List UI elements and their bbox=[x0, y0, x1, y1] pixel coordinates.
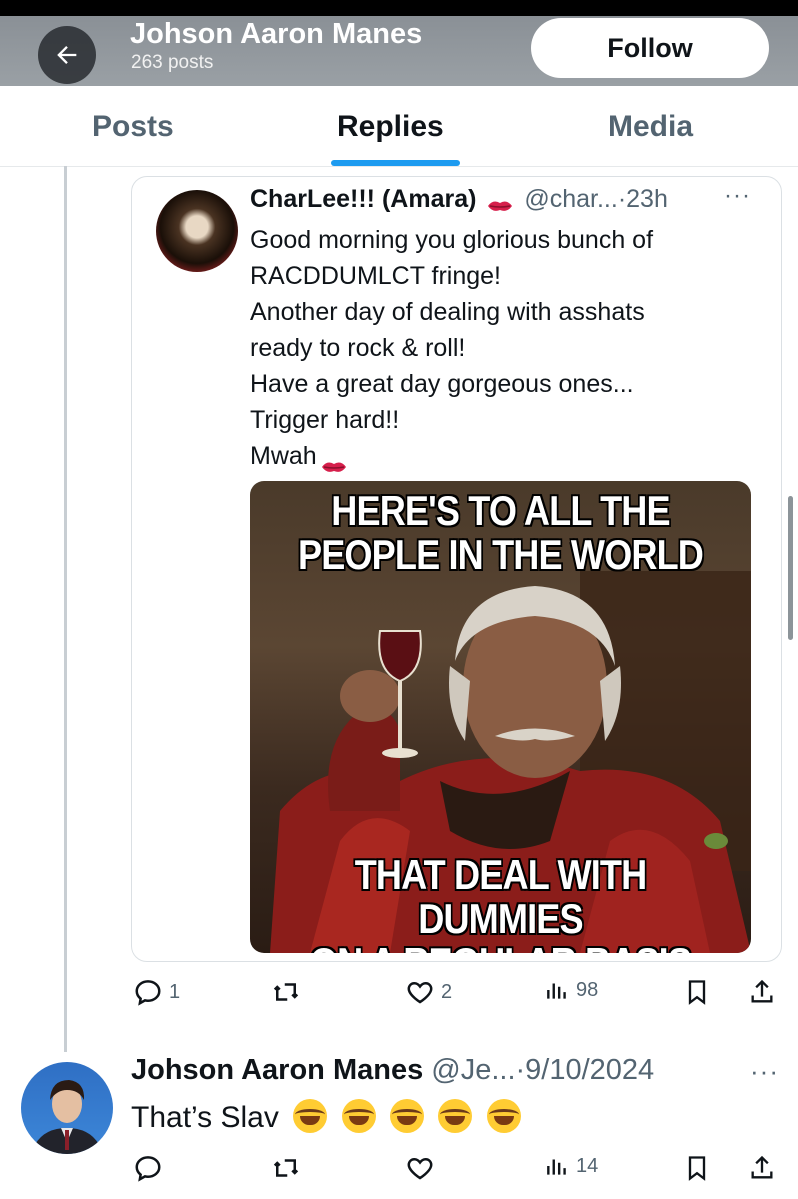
retweet-icon bbox=[273, 1159, 299, 1177]
profile-tabs: Posts Replies Media bbox=[0, 86, 798, 167]
quoted-post-actions: 1 2 98 bbox=[0, 977, 798, 1017]
reply-icon bbox=[135, 980, 161, 1006]
back-arrow-icon bbox=[57, 46, 77, 64]
tab-replies[interactable]: Replies bbox=[337, 110, 444, 144]
views-button[interactable]: 14 bbox=[544, 1153, 598, 1179]
profile-header: Johson Aaron Manes 263 posts Follow bbox=[0, 16, 798, 86]
quoted-post-header: CharLee!!! (Amara) @char...·23h bbox=[250, 185, 668, 214]
kiss-mark-icon bbox=[487, 192, 513, 212]
tab-media[interactable]: Media bbox=[608, 110, 693, 144]
quoted-line: Another day of dealing with asshats bbox=[250, 298, 645, 326]
quoted-author-handle[interactable]: @char... bbox=[524, 185, 617, 213]
meme-image[interactable]: HERE'S TO ALL THE PEOPLE IN THE WORLD TH… bbox=[250, 481, 751, 953]
share-button[interactable] bbox=[748, 1153, 776, 1183]
bookmark-button[interactable] bbox=[683, 977, 711, 1007]
quoted-line: Trigger hard!! bbox=[250, 406, 400, 434]
view-count: 14 bbox=[576, 1154, 599, 1177]
reply-post-time: ·9/10/2024 bbox=[515, 1054, 655, 1086]
share-icon bbox=[751, 1155, 773, 1179]
quoted-line: Have a great day gorgeous ones... bbox=[250, 370, 634, 398]
quoted-author-name[interactable]: CharLee!!! (Amara) bbox=[250, 185, 476, 213]
quoted-post-time: ·23h bbox=[617, 185, 668, 213]
laughing-emoji-icon bbox=[438, 1099, 473, 1133]
bookmark-icon bbox=[688, 1156, 706, 1181]
quoted-line: RACDDUMLCT fringe! bbox=[250, 262, 501, 290]
kiss-mark-icon bbox=[321, 449, 347, 473]
reply-more-button[interactable]: ··· bbox=[750, 1056, 779, 1087]
active-tab-indicator bbox=[331, 160, 460, 166]
quoted-more-button[interactable]: ··· bbox=[724, 182, 751, 210]
views-icon bbox=[547, 983, 566, 999]
avatar-portrait bbox=[31, 1080, 103, 1154]
reply-button[interactable]: 1 bbox=[133, 977, 180, 1007]
quoted-line: Good morning you glorious bunch of bbox=[250, 226, 654, 254]
repost-button[interactable] bbox=[271, 977, 301, 1007]
follow-button[interactable]: Follow bbox=[531, 18, 769, 78]
reply-button[interactable] bbox=[133, 1153, 163, 1183]
laughing-emoji-icon bbox=[293, 1099, 328, 1133]
quoted-line: ready to rock & roll! bbox=[250, 334, 466, 362]
reply-author-avatar[interactable] bbox=[21, 1062, 113, 1154]
like-icon bbox=[407, 981, 433, 1004]
views-button[interactable]: 98 bbox=[544, 977, 598, 1003]
bookmark-button[interactable] bbox=[683, 1153, 711, 1183]
scrollbar[interactable] bbox=[788, 496, 793, 640]
reply-post-header: Johson Aaron Manes @Je...·9/10/2024 bbox=[131, 1054, 654, 1087]
like-icon bbox=[407, 1157, 433, 1180]
tab-posts[interactable]: Posts bbox=[92, 110, 174, 144]
reply-author-handle[interactable]: @Je... bbox=[431, 1054, 515, 1086]
share-icon bbox=[751, 979, 773, 1003]
laughing-emoji-icon bbox=[389, 1099, 424, 1133]
profile-name: Johson Aaron Manes bbox=[130, 18, 423, 50]
share-button[interactable] bbox=[748, 977, 776, 1007]
meme-bottom-caption: THAT DEAL WITH DUMMIES ON A REGULAR BASI… bbox=[310, 851, 692, 954]
like-button[interactable]: 2 bbox=[405, 977, 452, 1007]
view-count: 98 bbox=[576, 978, 599, 1001]
retweet-icon bbox=[273, 983, 299, 1001]
laughing-emoji-icon bbox=[341, 1099, 376, 1133]
reply-post-text: That’s Slav bbox=[131, 1099, 521, 1135]
back-button[interactable] bbox=[38, 26, 96, 84]
status-bar bbox=[0, 0, 798, 16]
thread-connector-line bbox=[64, 166, 67, 1052]
reply-author-name[interactable]: Johson Aaron Manes bbox=[131, 1054, 423, 1086]
like-count: 2 bbox=[441, 980, 453, 1003]
bookmark-icon bbox=[688, 980, 706, 1005]
post-count: 263 posts bbox=[131, 52, 214, 73]
quoted-post-text: Good morning you glorious bunch of RACDD… bbox=[250, 222, 653, 474]
views-icon bbox=[547, 1159, 566, 1175]
reply-post-actions: 14 bbox=[0, 1153, 798, 1193]
like-button[interactable] bbox=[405, 1153, 435, 1183]
repost-button[interactable] bbox=[271, 1153, 301, 1183]
laughing-emoji-icon bbox=[486, 1099, 521, 1133]
quoted-line-last: Mwah bbox=[250, 438, 653, 474]
reply-icon bbox=[135, 1156, 161, 1182]
meme-top-caption: HERE'S TO ALL THE PEOPLE IN THE WORLD bbox=[297, 487, 704, 578]
reply-count: 1 bbox=[169, 980, 181, 1003]
quoted-author-avatar[interactable] bbox=[156, 190, 238, 272]
